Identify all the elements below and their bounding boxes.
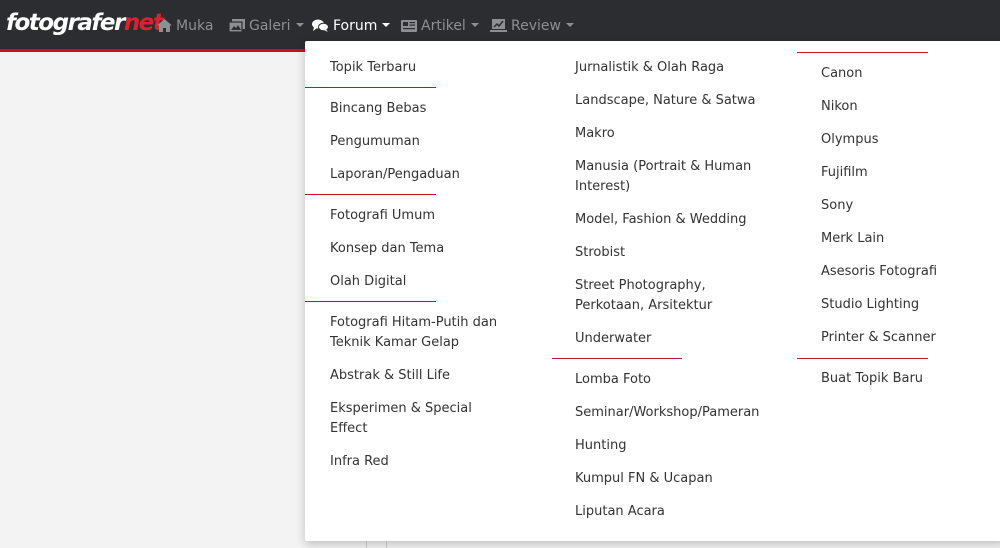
menu-item-manusia[interactable]: Manusia (Portrait & Human Interest)	[575, 157, 755, 197]
nav-label-artikel: Artikel	[421, 18, 466, 34]
menu-item-olah-digital[interactable]: Olah Digital	[330, 272, 406, 292]
chevron-down-icon	[565, 23, 574, 27]
menu-separator	[552, 358, 682, 359]
review-icon	[490, 19, 507, 32]
menu-item-canon[interactable]: Canon	[821, 64, 862, 84]
menu-item-topik-terbaru[interactable]: Topik Terbaru	[330, 58, 416, 78]
menu-item-strobist[interactable]: Strobist	[575, 243, 625, 263]
menu-item-landscape[interactable]: Landscape, Nature & Satwa	[575, 91, 756, 111]
menu-item-infra-red[interactable]: Infra Red	[330, 452, 389, 472]
menu-item-pengumuman[interactable]: Pengumuman	[330, 132, 420, 152]
comments-icon	[312, 19, 329, 32]
forum-dropdown-menu: Topik Terbaru Bincang Bebas Pengumuman L…	[305, 41, 1000, 541]
menu-item-jurnalistik[interactable]: Jurnalistik & Olah Raga	[575, 58, 724, 78]
nav-label-muka: Muka	[176, 18, 214, 34]
chevron-down-icon	[382, 23, 391, 27]
chevron-down-icon	[295, 23, 304, 27]
nav-label-galeri: Galeri	[249, 18, 291, 34]
menu-item-street-photography[interactable]: Street Photography, Perkotaan, Arsitektu…	[575, 276, 735, 316]
menu-item-makro[interactable]: Makro	[575, 124, 615, 144]
menu-separator	[797, 52, 928, 53]
home-icon	[157, 19, 172, 32]
newspaper-icon	[401, 20, 417, 32]
logo-text-main: fotografer	[6, 10, 125, 36]
menu-item-studio-lighting[interactable]: Studio Lighting	[821, 295, 919, 315]
nav-label-forum: Forum	[333, 18, 378, 34]
nav-label-review: Review	[511, 18, 561, 34]
menu-item-model-fashion-wedding[interactable]: Model, Fashion & Wedding	[575, 210, 746, 230]
menu-item-merk-lain[interactable]: Merk Lain	[821, 229, 884, 249]
chevron-down-icon	[470, 23, 479, 27]
menu-item-bincang-bebas[interactable]: Bincang Bebas	[330, 99, 426, 119]
menu-item-buat-topik-baru[interactable]: Buat Topik Baru	[821, 369, 923, 389]
site-logo[interactable]: fotografernet	[6, 8, 164, 38]
menu-item-asesoris-fotografi[interactable]: Asesoris Fotografi	[821, 262, 937, 282]
nav-item-galeri[interactable]: Galeri	[228, 15, 304, 37]
menu-item-fujifilm[interactable]: Fujifilm	[821, 163, 868, 183]
menu-separator	[305, 87, 436, 88]
menu-separator	[305, 301, 436, 302]
menu-item-konsep-dan-tema[interactable]: Konsep dan Tema	[330, 239, 444, 259]
menu-item-sony[interactable]: Sony	[821, 196, 853, 216]
nav-item-forum[interactable]: Forum	[312, 15, 391, 37]
menu-item-olympus[interactable]: Olympus	[821, 130, 878, 150]
menu-item-nikon[interactable]: Nikon	[821, 97, 858, 117]
menu-separator	[797, 358, 928, 359]
menu-item-abstrak-still-life[interactable]: Abstrak & Still Life	[330, 366, 450, 386]
menu-item-printer-scanner[interactable]: Printer & Scanner	[821, 328, 936, 348]
menu-item-kumpul-fn[interactable]: Kumpul FN & Ucapan	[575, 469, 713, 489]
menu-item-liputan-acara[interactable]: Liputan Acara	[575, 502, 665, 522]
nav-item-artikel[interactable]: Artikel	[401, 15, 479, 37]
menu-item-fotografi-umum[interactable]: Fotografi Umum	[330, 206, 435, 226]
nav-item-review[interactable]: Review	[490, 15, 574, 37]
menu-item-underwater[interactable]: Underwater	[575, 329, 651, 349]
menu-item-fotografi-hitam-putih[interactable]: Fotografi Hitam-Putih dan Teknik Kamar G…	[330, 313, 505, 353]
menu-item-lomba-foto[interactable]: Lomba Foto	[575, 370, 651, 390]
menu-item-eksperimen-special-effect[interactable]: Eksperimen & Special Effect	[330, 399, 480, 439]
menu-item-laporan-pengaduan[interactable]: Laporan/Pengaduan	[330, 165, 460, 185]
nav-item-muka[interactable]: Muka	[157, 15, 213, 37]
menu-item-seminar-workshop[interactable]: Seminar/Workshop/Pameran	[575, 403, 759, 423]
image-icon	[228, 19, 245, 33]
menu-separator	[305, 194, 436, 195]
menu-item-hunting[interactable]: Hunting	[575, 436, 626, 456]
